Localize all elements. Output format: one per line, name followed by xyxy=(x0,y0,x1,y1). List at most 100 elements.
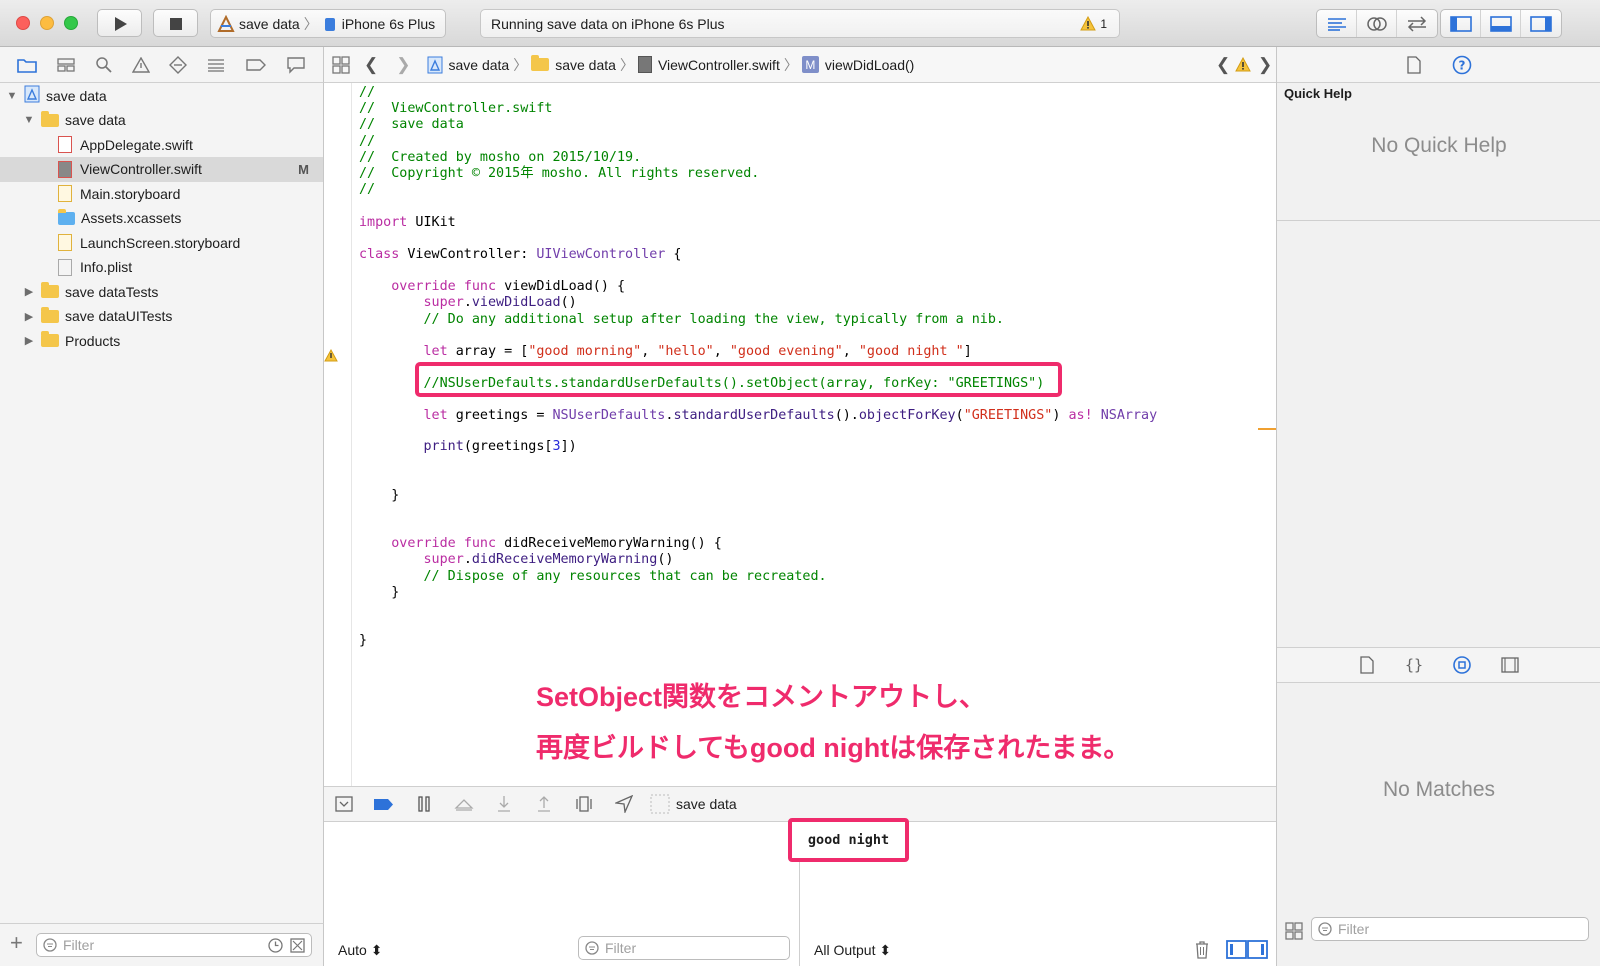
test-diamond-icon[interactable] xyxy=(168,55,187,74)
code-line[interactable] xyxy=(359,198,1157,214)
issue-warning-icon[interactable] xyxy=(1235,57,1251,72)
toggle-breakpoints-button[interactable] xyxy=(364,786,404,822)
project-navigator-folder-icon[interactable] xyxy=(17,57,38,73)
report-bubble-icon[interactable] xyxy=(286,56,306,74)
assistant-editor-button[interactable] xyxy=(1357,10,1397,37)
step-out-button[interactable] xyxy=(524,786,564,822)
disclosure-triangle-icon[interactable]: ▼ xyxy=(6,90,18,102)
code-line[interactable] xyxy=(359,328,1157,344)
code-line[interactable] xyxy=(359,472,1157,488)
line-warning-icon[interactable] xyxy=(324,349,338,362)
code-line[interactable]: // Created by mosho on 2015/10/19. xyxy=(359,150,1157,166)
code-line[interactable] xyxy=(359,424,1157,439)
navigator-item[interactable]: AppDelegate.swift xyxy=(0,132,323,157)
navigator-item[interactable]: ▼ save data xyxy=(0,83,323,108)
step-into-button[interactable] xyxy=(484,786,524,822)
code-line[interactable]: override func viewDidLoad() { xyxy=(359,279,1157,295)
toggle-debug-area-button[interactable] xyxy=(1481,10,1521,37)
code-line[interactable]: // xyxy=(359,134,1157,150)
console-view[interactable]: good night All Output ⬍ xyxy=(788,818,1276,966)
stop-button[interactable] xyxy=(153,9,198,37)
scheme-selector[interactable]: save data 〉 iPhone 6s Plus xyxy=(210,9,446,38)
code-line[interactable]: // Do any additional setup after loading… xyxy=(359,312,1157,328)
variables-scope-select[interactable]: Auto ⬍ xyxy=(338,942,382,959)
code-line[interactable]: // xyxy=(359,85,1157,101)
library-filter-field[interactable]: Filter xyxy=(1311,917,1589,941)
related-items-grid-icon[interactable] xyxy=(332,55,350,74)
navigator-item[interactable]: Info.plist xyxy=(0,255,323,280)
variables-filter-field[interactable]: Filter xyxy=(578,936,790,960)
code-line[interactable]: // ViewController.swift xyxy=(359,101,1157,117)
jump-crumb-method[interactable]: viewDidLoad() xyxy=(825,57,914,73)
code-line[interactable]: super.didReceiveMemoryWarning() xyxy=(359,552,1157,568)
zoom-window-button[interactable] xyxy=(64,16,78,30)
minimize-window-button[interactable] xyxy=(40,16,54,30)
code-line[interactable]: } xyxy=(359,585,1157,601)
navigator-item[interactable]: ▶ save dataUITests xyxy=(0,304,323,329)
split-view-toggle-icon[interactable] xyxy=(1226,940,1268,959)
jump-crumb-project[interactable]: save data xyxy=(449,57,510,73)
disclosure-triangle-icon[interactable]: ▶ xyxy=(23,285,35,298)
toggle-navigator-button[interactable] xyxy=(1441,10,1481,37)
breakpoint-icon[interactable] xyxy=(245,58,267,72)
simulate-location-button[interactable] xyxy=(604,786,644,822)
code-line[interactable]: let greetings = NSUserDefaults.standardU… xyxy=(359,408,1158,424)
source-editor[interactable]: //// ViewController.swift// save data///… xyxy=(324,83,1276,786)
hide-debug-area-button[interactable] xyxy=(324,786,364,822)
debug-list-icon[interactable] xyxy=(206,57,226,73)
jump-crumb-group[interactable]: save data xyxy=(555,57,616,73)
activity-warning-badge[interactable]: 1 xyxy=(1080,16,1107,31)
disclosure-triangle-icon[interactable]: ▶ xyxy=(23,334,35,347)
debug-view-hierarchy-button[interactable] xyxy=(564,786,604,822)
issue-warning-icon[interactable] xyxy=(132,56,151,73)
code-line[interactable]: // Copyright © 2015年 mosho. All rights r… xyxy=(359,166,1157,182)
back-chevron-icon[interactable]: ❮ xyxy=(364,55,378,75)
scm-status-filter-icon[interactable] xyxy=(290,938,305,953)
code-line[interactable] xyxy=(359,601,1157,617)
toggle-utilities-button[interactable] xyxy=(1521,10,1561,37)
disclosure-triangle-icon[interactable]: ▼ xyxy=(23,114,35,126)
version-editor-button[interactable] xyxy=(1397,10,1437,37)
code-line[interactable] xyxy=(359,617,1157,633)
code-snippet-icon[interactable]: {} xyxy=(1405,656,1423,674)
code-line[interactable] xyxy=(359,263,1157,279)
previous-issue-chevron-icon[interactable]: ❮ xyxy=(1216,55,1230,75)
code-line[interactable]: print(greetings[3]) xyxy=(359,439,1157,455)
console-output-select[interactable]: All Output ⬍ xyxy=(814,942,891,959)
forward-chevron-icon[interactable]: ❯ xyxy=(396,55,410,75)
code-line[interactable] xyxy=(359,504,1157,520)
file-template-icon[interactable] xyxy=(1359,656,1375,674)
navigator-item[interactable]: Assets.xcassets xyxy=(0,206,323,231)
library-grid-icon[interactable] xyxy=(1285,922,1303,940)
code-line[interactable]: super.viewDidLoad() xyxy=(359,295,1157,311)
navigator-item[interactable]: ▶ save dataTests xyxy=(0,279,323,304)
code-line[interactable]: } xyxy=(359,488,1157,504)
symbol-navigator-icon[interactable] xyxy=(56,57,76,73)
code-line[interactable] xyxy=(359,455,1157,471)
code-line[interactable]: // xyxy=(359,182,1157,198)
object-library-icon[interactable] xyxy=(1453,656,1471,674)
step-over-button[interactable] xyxy=(444,786,484,822)
file-inspector-icon[interactable] xyxy=(1406,55,1422,74)
standard-editor-button[interactable] xyxy=(1317,10,1357,37)
debug-target-label[interactable]: save data xyxy=(676,796,737,812)
quick-help-icon[interactable]: ? xyxy=(1452,55,1472,75)
search-icon[interactable] xyxy=(95,56,113,74)
trash-icon[interactable] xyxy=(1194,940,1210,959)
navigator-item[interactable]: ViewController.swift M xyxy=(0,156,323,182)
code-line[interactable]: // save data xyxy=(359,117,1157,133)
navigator-item[interactable]: ▶ Products xyxy=(0,328,323,353)
navigator-item[interactable]: ▼ save data xyxy=(0,108,323,133)
media-library-icon[interactable] xyxy=(1501,657,1519,673)
navigator-item[interactable]: Main.storyboard xyxy=(0,181,323,206)
disclosure-triangle-icon[interactable]: ▶ xyxy=(23,310,35,323)
code-line[interactable]: } xyxy=(359,633,1157,649)
pause-button[interactable] xyxy=(404,786,444,822)
run-button[interactable] xyxy=(97,9,142,37)
code-line[interactable]: // Dispose of any resources that can be … xyxy=(359,569,1157,585)
navigator-item[interactable]: LaunchScreen.storyboard xyxy=(0,230,323,255)
code-line[interactable]: class ViewController: UIViewController { xyxy=(359,247,1157,263)
code-line[interactable] xyxy=(359,520,1157,536)
code-line[interactable]: let array = ["good morning", "hello", "g… xyxy=(359,344,1157,360)
recent-files-clock-icon[interactable] xyxy=(268,938,283,953)
